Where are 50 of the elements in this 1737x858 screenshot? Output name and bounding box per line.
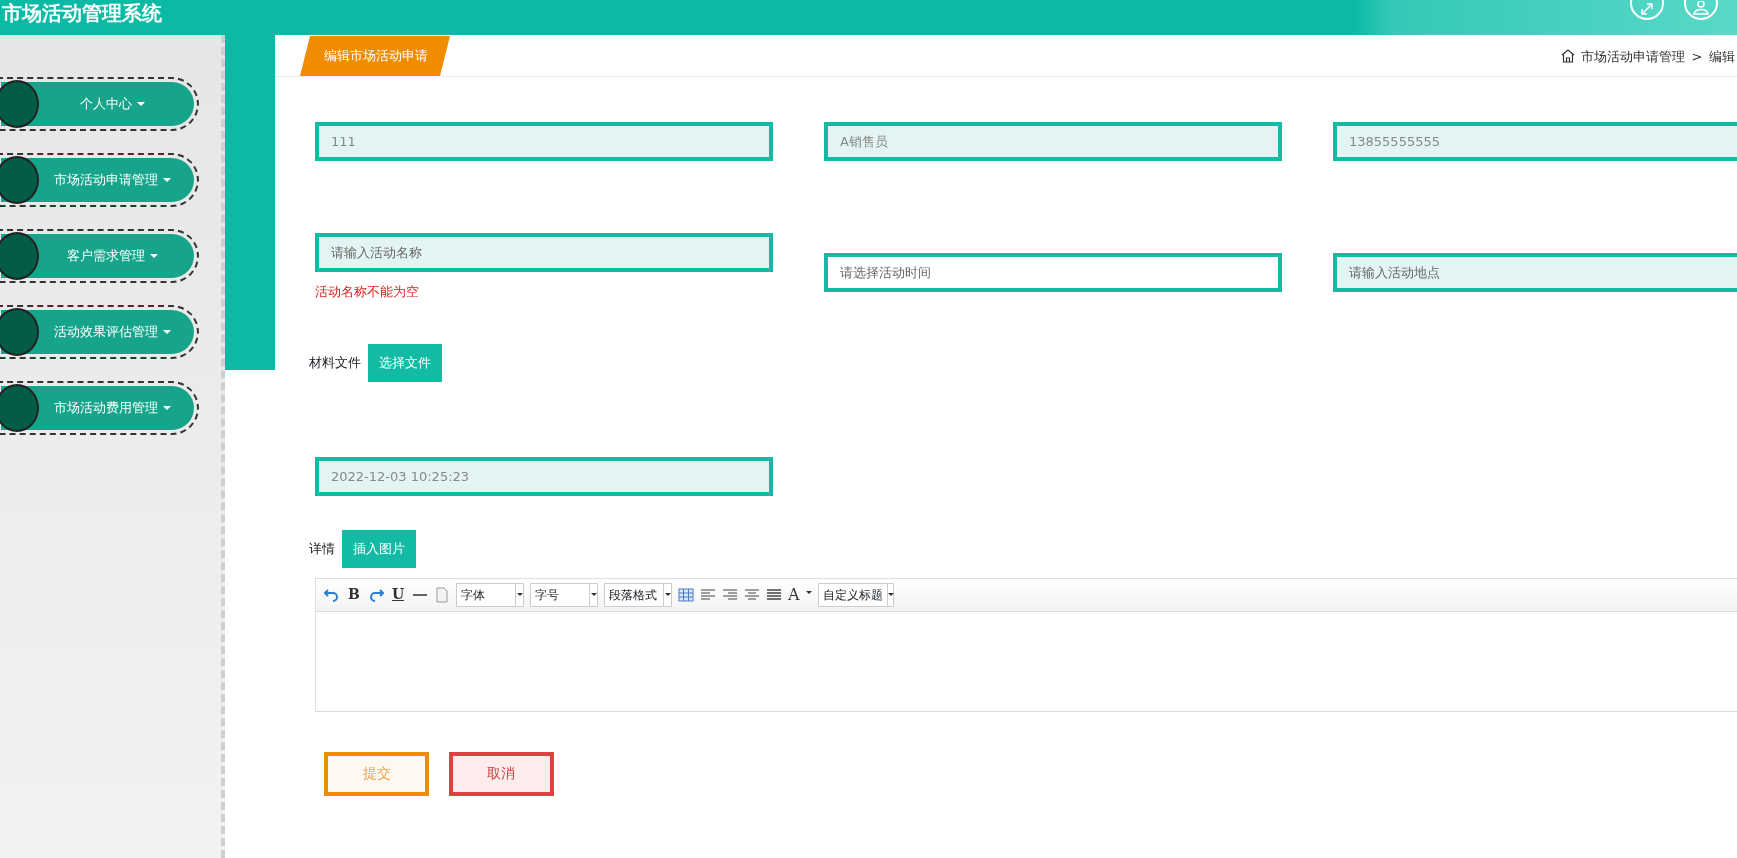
sidebar-menu-item[interactable]: 客户需求管理 [1,234,194,278]
circle-icon [0,308,39,356]
toolbar-dropdown[interactable]: 自定义标题 [817,582,894,607]
breadcrumb-separator: > [1691,47,1703,66]
toolbar-dropdown[interactable]: 段落格式 [604,582,672,607]
page-tab[interactable]: 编辑市场活动申请 [300,36,450,76]
insert-image-button[interactable]: 插入图片 [341,529,416,568]
bold-button[interactable]: B [346,586,362,603]
caret-icon [163,406,171,410]
caret-icon [150,254,158,258]
underline-button[interactable]: U [390,586,406,603]
circle-icon [0,156,39,204]
redo-icon[interactable] [368,586,384,603]
field-label: 详情 [309,539,335,558]
field-label: 材料文件 [309,353,361,372]
choose-file-button[interactable]: 选择文件 [367,343,442,382]
input-field[interactable]: 请输入活动名称 [315,233,773,272]
justify-icon[interactable] [766,586,782,603]
input-field[interactable]: 2022-12-03 10:25:23 [315,456,773,496]
sidebar-menu-item[interactable]: 市场活动申请管理 [1,158,194,202]
table-icon[interactable] [678,586,694,603]
align-left-icon[interactable] [700,586,716,603]
sidebar-menu-item[interactable]: 个人中心 [1,82,194,126]
undo-icon[interactable] [324,586,340,603]
rich-text-editor[interactable]: B U 字体 字号 段落格式 A 自定义标题 [315,577,1737,712]
circle-icon [0,80,39,128]
input-field[interactable]: 13855555555 [1333,122,1737,161]
sidebar-menu-item[interactable]: 市场活动费用管理 [1,386,194,430]
caret-icon [163,330,171,334]
circle-icon [0,384,39,432]
breadcrumb-link[interactable]: 编辑 [1709,46,1735,66]
input-field[interactable]: 111 [315,122,773,161]
input-field[interactable]: 请输入活动地点 [1333,253,1737,292]
toolbar-dropdown[interactable]: 字号 [530,582,598,607]
submit-button[interactable]: 提交 [324,751,429,796]
caret-icon [163,178,171,182]
sidebar-menu-item[interactable]: 活动效果评估管理 [1,310,194,354]
date-time-field[interactable]: 请选择活动时间 [824,253,1282,292]
app-title: 市场活动管理系统 [1,0,162,27]
font-color-button[interactable]: A [788,586,800,603]
circle-icon [0,232,39,280]
align-right-icon[interactable] [722,586,738,603]
input-field[interactable]: A销售员 [824,122,1282,161]
breadcrumb-link[interactable]: 市场活动申请管理 [1581,46,1686,66]
error-message: 活动名称不能为空 [315,283,420,301]
caret-icon [137,102,145,106]
align-center-icon[interactable] [744,586,760,603]
toolbar-dropdown[interactable]: 字体 [456,582,524,607]
home-icon[interactable] [1560,49,1575,64]
cancel-button[interactable]: 取消 [448,751,554,796]
